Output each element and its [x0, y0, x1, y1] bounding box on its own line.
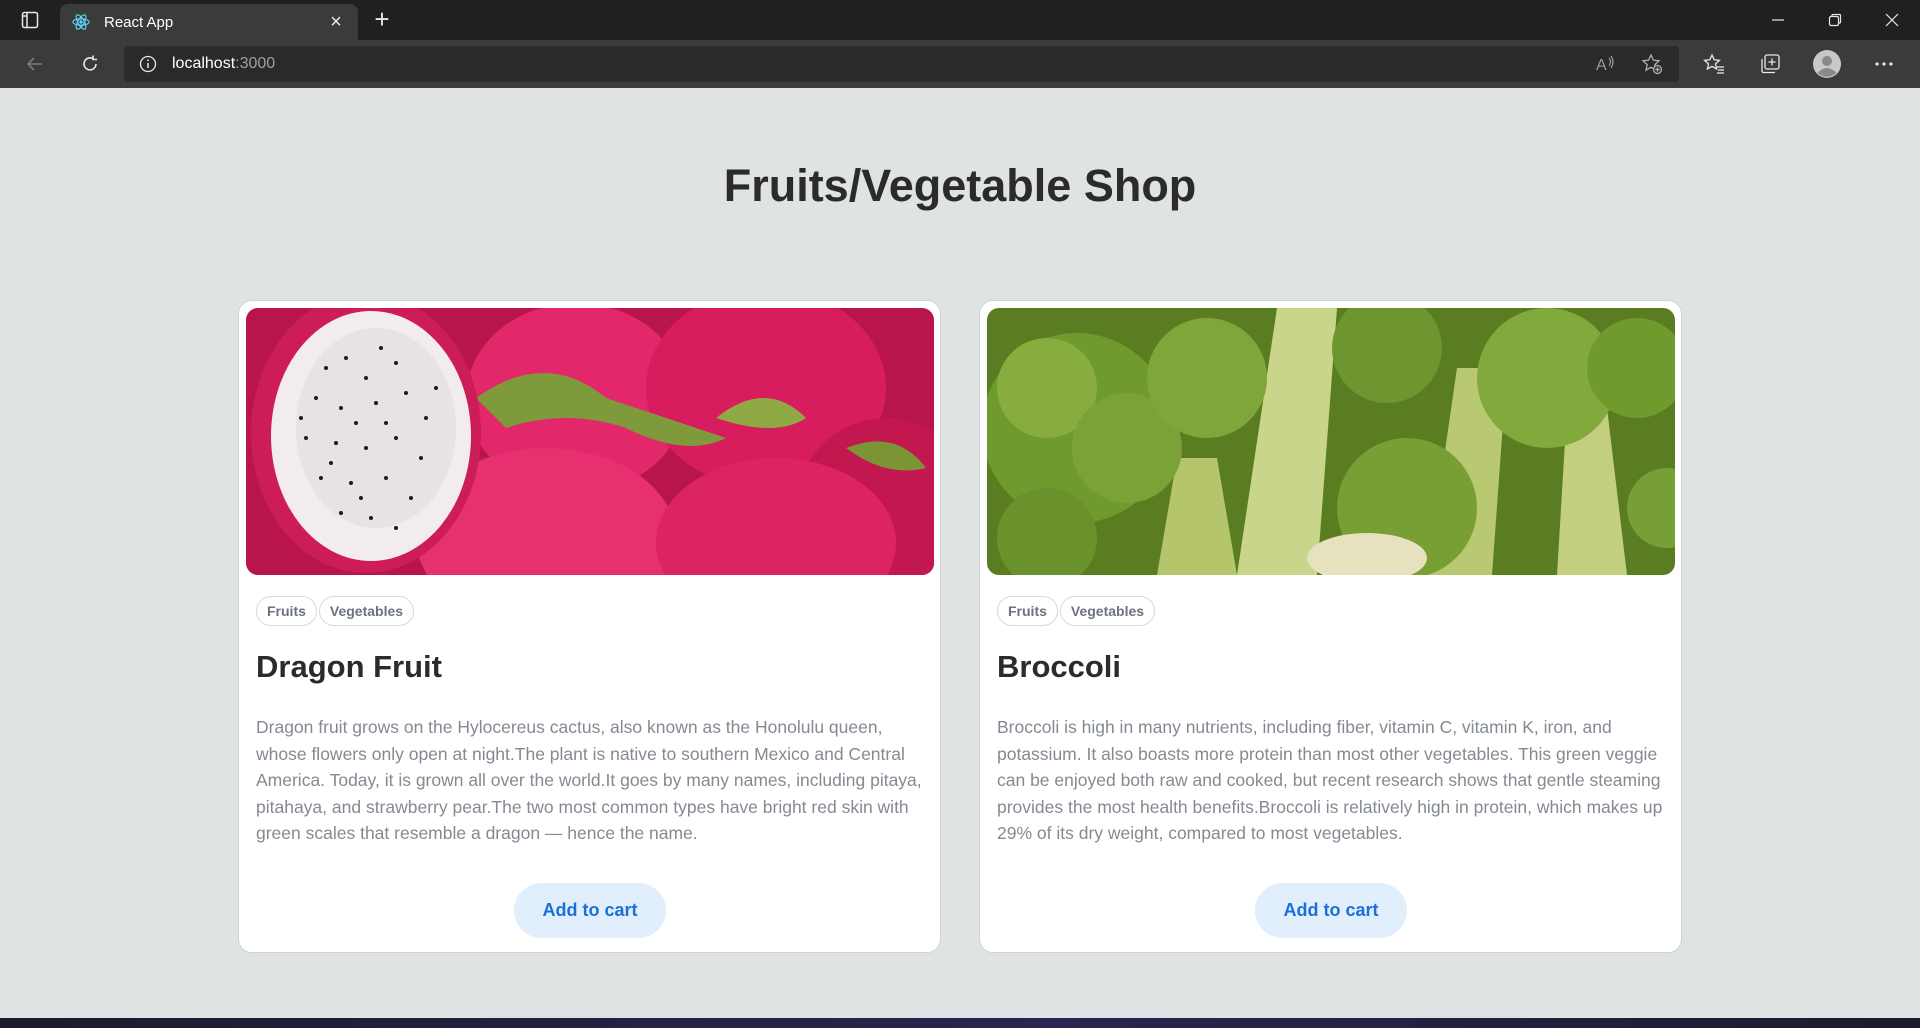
- svg-text:A: A: [1596, 57, 1607, 74]
- broccoli-photo: [987, 308, 1675, 575]
- back-button[interactable]: [17, 46, 53, 82]
- tag-list: Fruits Vegetables: [997, 596, 1156, 626]
- restore-button[interactable]: [1806, 0, 1863, 40]
- product-description: Dragon fruit grows on the Hylocereus cac…: [256, 717, 922, 843]
- product-description: Broccoli is high in many nutrients, incl…: [997, 717, 1663, 843]
- info-icon: [139, 55, 157, 73]
- url-host: localhost: [172, 55, 236, 72]
- add-favorite-button[interactable]: [1634, 46, 1670, 82]
- dragon-fruit-image: [246, 308, 934, 575]
- dragon-fruit-photo: [246, 308, 934, 575]
- tag-fruits[interactable]: Fruits: [256, 596, 317, 626]
- close-icon: [1885, 13, 1898, 27]
- url-text[interactable]: localhost:3000: [172, 55, 275, 73]
- star-add-icon: [1641, 53, 1663, 75]
- collections-icon: [1761, 54, 1780, 74]
- more-icon: [1875, 62, 1893, 66]
- new-tab-button[interactable]: +: [368, 6, 396, 34]
- browser-tab-react-app[interactable]: React App ×: [60, 4, 358, 40]
- refresh-button[interactable]: [72, 46, 108, 82]
- tag-fruits[interactable]: Fruits: [997, 596, 1058, 626]
- tag-list: Fruits Vegetables: [256, 596, 415, 626]
- tab-title: React App: [104, 13, 174, 31]
- read-aloud-button[interactable]: A: [1588, 46, 1624, 82]
- settings-more-button[interactable]: [1866, 46, 1902, 82]
- minimize-button[interactable]: [1749, 0, 1806, 40]
- tag-vegetables[interactable]: Vegetables: [318, 596, 415, 626]
- broccoli-image: [987, 308, 1675, 575]
- address-bar[interactable]: localhost:3000: [124, 46, 1679, 82]
- desktop-taskbar-edge: [0, 1018, 1920, 1028]
- tab-actions-icon: [21, 11, 39, 29]
- browser-tab-bar: React App × +: [0, 0, 1920, 40]
- close-window-button[interactable]: [1863, 0, 1920, 40]
- product-title: Broccoli: [997, 649, 1122, 684]
- tag-vegetables[interactable]: Vegetables: [1059, 596, 1156, 626]
- window-controls: [1749, 0, 1920, 40]
- url-port: :3000: [235, 55, 276, 72]
- tab-actions-button[interactable]: [0, 0, 60, 40]
- collections-button[interactable]: [1752, 46, 1788, 82]
- page-content: Fruits/Vegetable Shop Fruits Vegetables …: [0, 88, 1920, 1018]
- product-card-dragon-fruit: Fruits Vegetables Dragon Fruit Dragon fr…: [238, 300, 941, 953]
- page-title: Fruits/Vegetable Shop: [723, 160, 1197, 211]
- favorites-button[interactable]: [1696, 46, 1732, 82]
- react-logo-icon: [72, 14, 90, 30]
- add-to-cart-button[interactable]: Add to cart: [1255, 883, 1407, 938]
- site-info-button[interactable]: [124, 46, 172, 82]
- avatar-icon: [1813, 50, 1841, 78]
- refresh-icon: [83, 55, 97, 71]
- browser-toolbar: localhost:3000 A: [0, 40, 1920, 88]
- minimize-icon: [1771, 19, 1784, 21]
- profile-button[interactable]: [1809, 46, 1845, 82]
- back-arrow-icon: [26, 57, 42, 71]
- favorites-icon: [1703, 53, 1724, 74]
- restore-icon: [1828, 13, 1841, 27]
- product-title: Dragon Fruit: [256, 649, 442, 684]
- tab-close-icon[interactable]: ×: [326, 11, 346, 34]
- read-aloud-icon: A: [1596, 55, 1614, 74]
- add-to-cart-button[interactable]: Add to cart: [514, 883, 666, 938]
- product-card-broccoli: Fruits Vegetables Broccoli Broccoli is h…: [979, 300, 1682, 953]
